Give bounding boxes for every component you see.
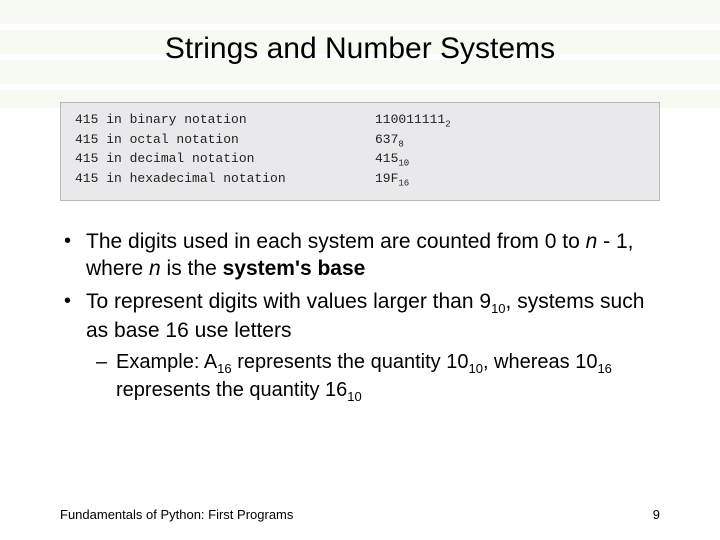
code-sub: 10	[398, 159, 409, 169]
code-rhs: 1100111112	[375, 111, 645, 131]
code-val: 637	[375, 132, 398, 147]
bullet-item: To represent digits with values larger t…	[60, 289, 660, 406]
code-rhs: 6378	[375, 131, 645, 151]
code-val: 19F	[375, 171, 398, 186]
text: represents the quantity 10	[232, 351, 469, 373]
text: represents the quantity 16	[116, 379, 347, 401]
page-number: 9	[653, 507, 660, 522]
code-row: 415 in binary notation 1100111112	[75, 111, 645, 131]
code-lhs: 415 in decimal notation	[75, 150, 375, 170]
sub-bullet-item: Example: A16 represents the quantity 101…	[86, 350, 660, 405]
code-lhs: 415 in octal notation	[75, 131, 375, 151]
subscript: 10	[468, 361, 482, 376]
bold-term: system's base	[223, 257, 366, 280]
text: Example: A	[116, 351, 217, 373]
code-rhs: 41510	[375, 150, 645, 170]
subscript: 16	[597, 361, 611, 376]
slide-title: Strings and Number Systems	[0, 0, 720, 66]
code-sub: 16	[398, 179, 409, 189]
text: is the	[161, 257, 223, 280]
text: To represent digits with values larger t…	[86, 290, 491, 313]
slide-footer: Fundamentals of Python: First Programs 9	[60, 507, 660, 522]
code-rhs: 19F16	[375, 170, 645, 190]
code-row: 415 in octal notation 6378	[75, 131, 645, 151]
subscript: 10	[491, 301, 505, 316]
code-sub: 2	[445, 120, 450, 130]
code-row: 415 in decimal notation 41510	[75, 150, 645, 170]
code-row: 415 in hexadecimal notation 19F16	[75, 170, 645, 190]
bullet-item: The digits used in each system are count…	[60, 229, 660, 283]
code-example-box: 415 in binary notation 1100111112 415 in…	[60, 102, 660, 201]
code-val: 110011111	[375, 112, 445, 127]
var-n: n	[586, 230, 598, 253]
subscript: 10	[347, 389, 361, 404]
text: The digits used in each system are count…	[86, 230, 586, 253]
var-n: n	[149, 257, 161, 280]
code-val: 415	[375, 151, 398, 166]
code-lhs: 415 in hexadecimal notation	[75, 170, 375, 190]
code-sub: 8	[398, 139, 403, 149]
code-lhs: 415 in binary notation	[75, 111, 375, 131]
footer-source: Fundamentals of Python: First Programs	[60, 507, 293, 522]
subscript: 16	[217, 361, 231, 376]
bullet-content: The digits used in each system are count…	[60, 229, 660, 406]
text: , whereas 10	[483, 351, 598, 373]
